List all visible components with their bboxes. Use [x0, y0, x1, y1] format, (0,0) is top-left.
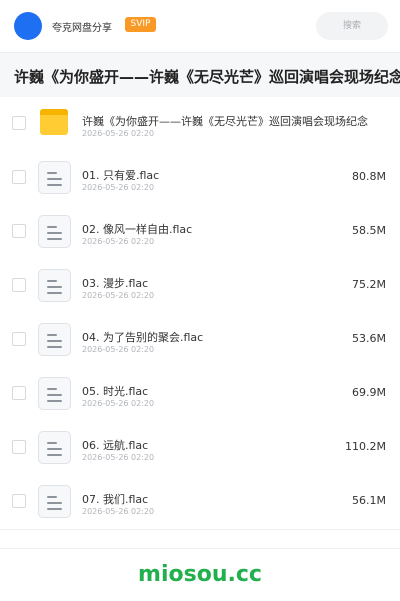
checkbox[interactable] [12, 494, 26, 508]
header-bar: 夸克网盘分享 SVIP 搜索 [0, 0, 400, 52]
file-size: 53.6M [352, 332, 386, 345]
svip-badge: SVIP [125, 17, 156, 32]
audio-file-icon [38, 377, 71, 410]
file-size: 80.8M [352, 170, 386, 183]
checkbox[interactable] [12, 386, 26, 400]
file-name: 05. 时光.flac [82, 385, 149, 398]
share-title: 夸克网盘分享 [52, 23, 112, 34]
audio-file-icon [38, 161, 71, 194]
file-name: 许巍《为你盛开——许巍《无尽光芒》巡回演唱会现场纪念 [82, 115, 368, 128]
list-item[interactable]: 03. 漫步.flac 2026-05-26 02:20 75.2M [0, 259, 400, 314]
file-date: 2026-05-26 02:20 [82, 453, 155, 462]
list-item[interactable]: 07. 我们.flac 2026-05-26 02:20 56.1M [0, 475, 400, 530]
file-size: 69.9M [352, 386, 386, 399]
list-item[interactable]: 01. 只有爱.flac 2026-05-26 02:20 80.8M [0, 151, 400, 206]
list-item[interactable]: 06. 远航.flac 2026-05-26 02:20 110.2M [0, 421, 400, 476]
audio-file-icon [38, 431, 71, 464]
file-date: 2026-05-26 02:20 [82, 507, 155, 516]
page-title: 许巍《为你盛开——许巍《无尽光芒》巡回演唱会现场纪念 [14, 68, 400, 86]
checkbox[interactable] [12, 116, 26, 130]
file-date: 2026-05-26 02:20 [82, 129, 155, 138]
file-date: 2026-05-26 02:20 [82, 291, 155, 300]
list-item[interactable]: 05. 时光.flac 2026-05-26 02:20 69.9M [0, 367, 400, 422]
file-size: 110.2M [345, 440, 386, 453]
list-item[interactable]: 02. 像风一样自由.flac 2026-05-26 02:20 58.5M [0, 205, 400, 260]
file-size: 56.1M [352, 494, 386, 507]
file-name: 04. 为了告别的聚会.flac [82, 331, 204, 344]
audio-file-icon [38, 269, 71, 302]
audio-file-icon [38, 323, 71, 356]
file-date: 2026-05-26 02:20 [82, 237, 155, 246]
file-name: 06. 远航.flac [82, 439, 149, 452]
checkbox[interactable] [12, 332, 26, 346]
audio-file-icon [38, 485, 71, 518]
file-name: 02. 像风一样自由.flac [82, 223, 193, 236]
checkbox[interactable] [12, 170, 26, 184]
file-date: 2026-05-26 02:20 [82, 345, 155, 354]
file-name: 07. 我们.flac [82, 493, 149, 506]
checkbox[interactable] [12, 224, 26, 238]
folder-title-bar: 许巍《为你盛开——许巍《无尽光芒》巡回演唱会现场纪念 [0, 52, 400, 98]
file-name: 01. 只有爱.flac [82, 169, 160, 182]
checkbox[interactable] [12, 278, 26, 292]
list-item-folder[interactable]: 许巍《为你盛开——许巍《无尽光芒》巡回演唱会现场纪念 2026-05-26 02… [0, 97, 400, 152]
file-size: 58.5M [352, 224, 386, 237]
folder-icon [40, 109, 68, 135]
checkbox[interactable] [12, 440, 26, 454]
file-size: 75.2M [352, 278, 386, 291]
file-name: 03. 漫步.flac [82, 277, 149, 290]
avatar[interactable] [14, 12, 42, 40]
file-date: 2026-05-26 02:20 [82, 399, 155, 408]
list-item[interactable]: 04. 为了告别的聚会.flac 2026-05-26 02:20 53.6M [0, 313, 400, 368]
file-date: 2026-05-26 02:20 [82, 183, 155, 192]
search-input[interactable]: 搜索 [316, 12, 388, 40]
audio-file-icon [38, 215, 71, 248]
brand-watermark: miosou.cc [138, 562, 262, 587]
